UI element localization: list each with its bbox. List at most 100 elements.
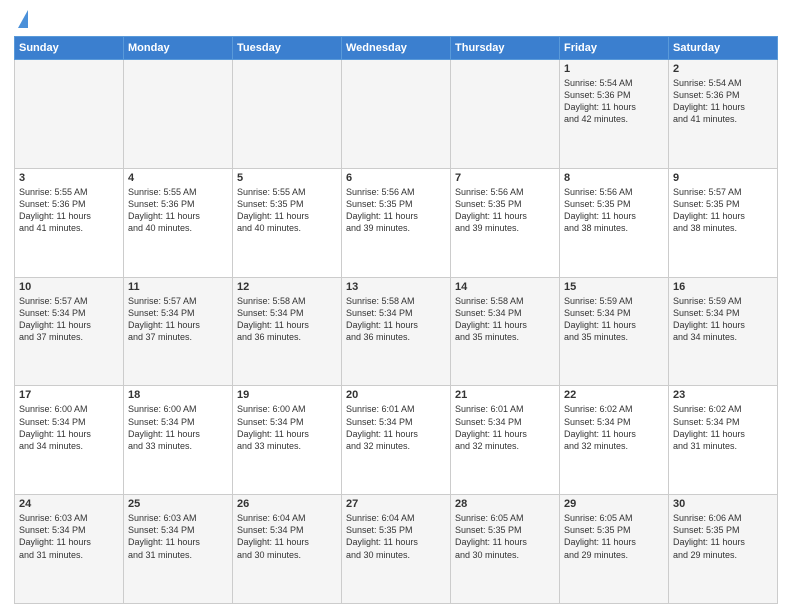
day-info: Sunrise: 5:59 AM Sunset: 5:34 PM Dayligh… [673, 295, 773, 344]
day-info: Sunrise: 6:00 AM Sunset: 5:34 PM Dayligh… [237, 403, 337, 452]
day-info: Sunrise: 6:01 AM Sunset: 5:34 PM Dayligh… [346, 403, 446, 452]
calendar-day-cell: 6 Sunrise: 5:56 AM Sunset: 5:35 PM Daylig… [342, 168, 451, 277]
calendar-day-cell: 10 Sunrise: 5:57 AM Sunset: 5:34 PM Dayli… [15, 277, 124, 386]
weekday-header-tuesday: Tuesday [233, 37, 342, 60]
calendar-day-cell: 12 Sunrise: 5:58 AM Sunset: 5:34 PM Dayli… [233, 277, 342, 386]
calendar-day-cell: 26 Sunrise: 6:04 AM Sunset: 5:34 PM Dayli… [233, 495, 342, 604]
day-number: 4 [128, 172, 228, 184]
day-info: Sunrise: 5:56 AM Sunset: 5:35 PM Dayligh… [564, 186, 664, 235]
day-info: Sunrise: 6:03 AM Sunset: 5:34 PM Dayligh… [19, 512, 119, 561]
day-number: 9 [673, 172, 773, 184]
calendar-day-cell: 27Sunrise: 6:04 AM Sunset: 5:35 PM Dayli… [342, 495, 451, 604]
day-info: Sunrise: 6:05 AM Sunset: 5:35 PM Dayligh… [455, 512, 555, 561]
day-number: 3 [19, 172, 119, 184]
weekday-header-monday: Monday [124, 37, 233, 60]
day-info: Sunrise: 5:54 AM Sunset: 5:36 PM Dayligh… [564, 77, 664, 126]
calendar-day-cell: 23 Sunrise: 6:02 AM Sunset: 5:34 PM Dayli… [669, 386, 778, 495]
calendar-day-cell: 21 Sunrise: 6:01 AM Sunset: 5:34 PM Dayli… [451, 386, 560, 495]
day-number: 10 [19, 281, 119, 293]
calendar-day-cell: 19 Sunrise: 6:00 AM Sunset: 5:34 PM Dayli… [233, 386, 342, 495]
day-number: 28 [455, 498, 555, 510]
day-info: Sunrise: 5:58 AM Sunset: 5:34 PM Dayligh… [237, 295, 337, 344]
logo-icon [18, 10, 28, 28]
calendar-day-cell: 16 Sunrise: 5:59 AM Sunset: 5:34 PM Dayli… [669, 277, 778, 386]
day-number: 27 [346, 498, 446, 510]
calendar-day-cell: 28 Sunrise: 6:05 AM Sunset: 5:35 PM Dayli… [451, 495, 560, 604]
day-number: 12 [237, 281, 337, 293]
day-number: 24 [19, 498, 119, 510]
day-number: 6 [346, 172, 446, 184]
day-info: Sunrise: 6:01 AM Sunset: 5:34 PM Dayligh… [455, 403, 555, 452]
calendar-day-cell: 18Sunrise: 6:00 AM Sunset: 5:34 PM Dayli… [124, 386, 233, 495]
calendar-week-5: 24 Sunrise: 6:03 AM Sunset: 5:34 PM Dayli… [15, 495, 778, 604]
day-info: Sunrise: 6:00 AM Sunset: 5:34 PM Dayligh… [19, 403, 119, 452]
day-number: 16 [673, 281, 773, 293]
day-number: 2 [673, 63, 773, 75]
day-info: Sunrise: 5:57 AM Sunset: 5:34 PM Dayligh… [19, 295, 119, 344]
weekday-header-row: SundayMondayTuesdayWednesdayThursdayFrid… [15, 37, 778, 60]
calendar-day-cell: 11 Sunrise: 5:57 AM Sunset: 5:34 PM Dayli… [124, 277, 233, 386]
page: SundayMondayTuesdayWednesdayThursdayFrid… [0, 0, 792, 612]
calendar-day-cell: 24 Sunrise: 6:03 AM Sunset: 5:34 PM Dayli… [15, 495, 124, 604]
day-number: 8 [564, 172, 664, 184]
day-number: 23 [673, 389, 773, 401]
day-info: Sunrise: 6:02 AM Sunset: 5:34 PM Dayligh… [564, 403, 664, 452]
calendar-day-cell [124, 60, 233, 169]
day-number: 1 [564, 63, 664, 75]
weekday-header-wednesday: Wednesday [342, 37, 451, 60]
day-info: Sunrise: 5:55 AM Sunset: 5:35 PM Dayligh… [237, 186, 337, 235]
calendar-day-cell: 25 Sunrise: 6:03 AM Sunset: 5:34 PM Dayli… [124, 495, 233, 604]
day-info: Sunrise: 5:56 AM Sunset: 5:35 PM Dayligh… [346, 186, 446, 235]
calendar-day-cell [15, 60, 124, 169]
day-info: Sunrise: 6:06 AM Sunset: 5:35 PM Dayligh… [673, 512, 773, 561]
day-number: 7 [455, 172, 555, 184]
calendar-day-cell: 29 Sunrise: 6:05 AM Sunset: 5:35 PM Dayli… [560, 495, 669, 604]
day-info: Sunrise: 6:04 AM Sunset: 5:34 PM Dayligh… [237, 512, 337, 561]
day-number: 18 [128, 389, 228, 401]
calendar-day-cell: 17 Sunrise: 6:00 AM Sunset: 5:34 PM Dayli… [15, 386, 124, 495]
weekday-header-sunday: Sunday [15, 37, 124, 60]
calendar-day-cell: 7 Sunrise: 5:56 AM Sunset: 5:35 PM Daylig… [451, 168, 560, 277]
day-number: 11 [128, 281, 228, 293]
calendar-day-cell: 1 Sunrise: 5:54 AM Sunset: 5:36 PM Daylig… [560, 60, 669, 169]
day-info: Sunrise: 5:57 AM Sunset: 5:35 PM Dayligh… [673, 186, 773, 235]
day-number: 26 [237, 498, 337, 510]
calendar-table: SundayMondayTuesdayWednesdayThursdayFrid… [14, 36, 778, 604]
calendar-week-4: 17 Sunrise: 6:00 AM Sunset: 5:34 PM Dayli… [15, 386, 778, 495]
day-info: Sunrise: 5:56 AM Sunset: 5:35 PM Dayligh… [455, 186, 555, 235]
day-info: Sunrise: 6:03 AM Sunset: 5:34 PM Dayligh… [128, 512, 228, 561]
day-info: Sunrise: 5:54 AM Sunset: 5:36 PM Dayligh… [673, 77, 773, 126]
logo [14, 10, 28, 30]
calendar-week-3: 10 Sunrise: 5:57 AM Sunset: 5:34 PM Dayli… [15, 277, 778, 386]
day-info: Sunrise: 5:58 AM Sunset: 5:34 PM Dayligh… [346, 295, 446, 344]
day-number: 19 [237, 389, 337, 401]
calendar-day-cell: 15 Sunrise: 5:59 AM Sunset: 5:34 PM Dayli… [560, 277, 669, 386]
day-number: 29 [564, 498, 664, 510]
day-number: 25 [128, 498, 228, 510]
calendar-day-cell [451, 60, 560, 169]
day-number: 5 [237, 172, 337, 184]
calendar-week-2: 3 Sunrise: 5:55 AM Sunset: 5:36 PM Daylig… [15, 168, 778, 277]
day-info: Sunrise: 5:57 AM Sunset: 5:34 PM Dayligh… [128, 295, 228, 344]
calendar-day-cell: 9 Sunrise: 5:57 AM Sunset: 5:35 PM Daylig… [669, 168, 778, 277]
calendar-week-1: 1 Sunrise: 5:54 AM Sunset: 5:36 PM Daylig… [15, 60, 778, 169]
day-number: 15 [564, 281, 664, 293]
day-number: 30 [673, 498, 773, 510]
day-number: 21 [455, 389, 555, 401]
day-info: Sunrise: 5:55 AM Sunset: 5:36 PM Dayligh… [128, 186, 228, 235]
day-info: Sunrise: 6:05 AM Sunset: 5:35 PM Dayligh… [564, 512, 664, 561]
header [14, 10, 778, 30]
day-info: Sunrise: 5:59 AM Sunset: 5:34 PM Dayligh… [564, 295, 664, 344]
weekday-header-saturday: Saturday [669, 37, 778, 60]
calendar-day-cell [342, 60, 451, 169]
day-info: Sunrise: 5:55 AM Sunset: 5:36 PM Dayligh… [19, 186, 119, 235]
day-info: Sunrise: 6:02 AM Sunset: 5:34 PM Dayligh… [673, 403, 773, 452]
day-number: 22 [564, 389, 664, 401]
calendar-day-cell [233, 60, 342, 169]
calendar-day-cell: 14Sunrise: 5:58 AM Sunset: 5:34 PM Dayli… [451, 277, 560, 386]
day-number: 17 [19, 389, 119, 401]
calendar-day-cell: 5 Sunrise: 5:55 AM Sunset: 5:35 PM Daylig… [233, 168, 342, 277]
day-number: 20 [346, 389, 446, 401]
day-number: 14 [455, 281, 555, 293]
calendar-day-cell: 8 Sunrise: 5:56 AM Sunset: 5:35 PM Daylig… [560, 168, 669, 277]
